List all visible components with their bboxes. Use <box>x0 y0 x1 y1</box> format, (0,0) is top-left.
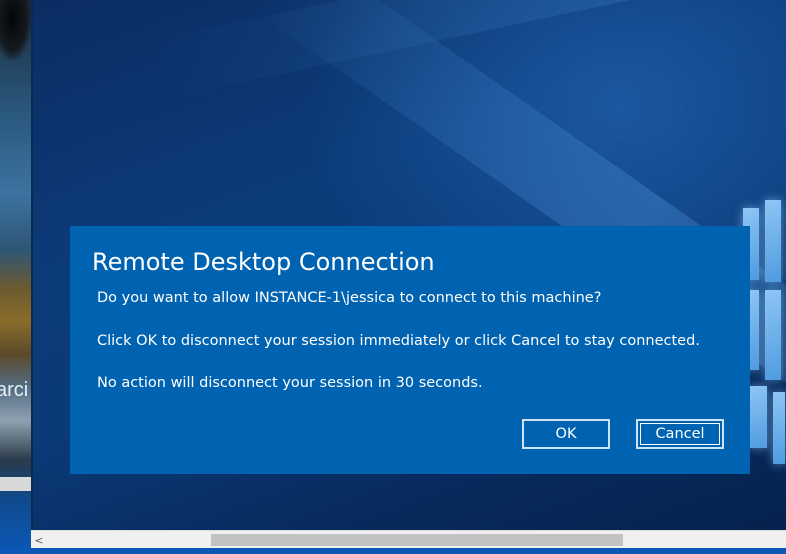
bottom-desktop-strip <box>0 548 786 554</box>
remote-desktop-dialog: Remote Desktop Connection Do you want to… <box>70 226 750 474</box>
outer-desktop-strip <box>0 0 31 554</box>
horizontal-scrollbar[interactable]: < <box>31 530 786 549</box>
chevron-left-icon[interactable]: < <box>31 531 47 549</box>
windows-logo-pane <box>773 392 785 464</box>
dialog-title: Remote Desktop Connection <box>92 248 435 276</box>
windows-logo-pane <box>749 386 767 448</box>
scrollbar-thumb[interactable] <box>211 534 623 546</box>
windows-logo-pane <box>765 200 781 282</box>
windows-logo-pane <box>765 290 781 380</box>
outer-panel-edge <box>0 477 31 491</box>
cancel-button[interactable]: Cancel <box>636 419 724 449</box>
outer-wallpaper-dark-area <box>0 0 31 60</box>
ok-button[interactable]: OK <box>522 419 610 449</box>
dialog-message-instructions: Click OK to disconnect your session imme… <box>97 333 700 349</box>
dialog-message-question: Do you want to allow INSTANCE-1\jessica … <box>97 290 602 306</box>
dialog-message-timeout: No action will disconnect your session i… <box>97 375 483 391</box>
